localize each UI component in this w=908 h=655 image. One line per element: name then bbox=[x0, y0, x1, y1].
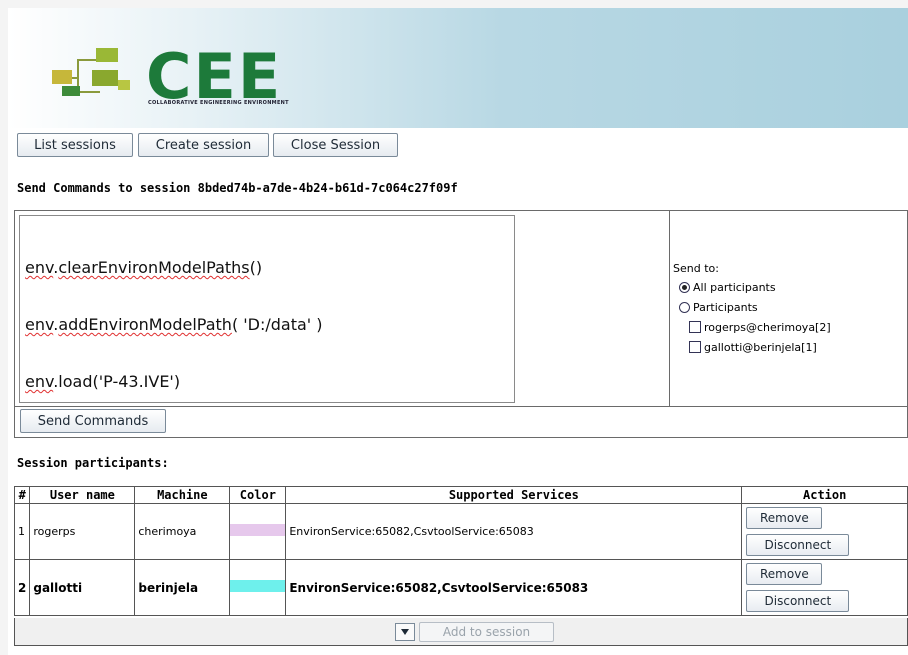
send-commands-heading: Send Commands to session 8bded74b-a7de-4… bbox=[17, 181, 458, 195]
row-number: 1 bbox=[13, 503, 31, 560]
add-to-session-button[interactable]: Add to session bbox=[419, 622, 554, 642]
column-header-services: Supported Services bbox=[285, 486, 743, 504]
remove-button[interactable]: Remove bbox=[746, 563, 823, 585]
radio-all-participants[interactable]: All participants bbox=[673, 277, 831, 297]
column-header-action: Action bbox=[741, 486, 908, 504]
disconnect-button[interactable]: Disconnect bbox=[746, 590, 850, 612]
header-banner: CEE COLLABORATIVE ENGINEERING ENVIRONMEN… bbox=[8, 8, 908, 128]
send-commands-button[interactable]: Send Commands bbox=[20, 409, 166, 433]
radio-button-icon[interactable] bbox=[679, 281, 690, 293]
participants-table: # User name Machine Color Supported Serv… bbox=[13, 486, 908, 616]
send-to-label: Send to: bbox=[673, 261, 719, 275]
logo-subtitle: COLLABORATIVE ENGINEERING ENVIRONMENT bbox=[148, 100, 289, 106]
color-swatch bbox=[230, 580, 286, 592]
supported-services: EnvironService:65082,CsvtoolService:6508… bbox=[285, 559, 743, 616]
cee-logo: CEE bbox=[52, 40, 280, 113]
column-header-color: Color bbox=[229, 486, 287, 504]
participant-checkbox-2[interactable]: gallotti@berinjela[1] bbox=[673, 337, 831, 357]
column-header-machine: Machine bbox=[134, 486, 231, 504]
list-sessions-button[interactable]: List sessions bbox=[17, 133, 133, 157]
action-cell: Remove Disconnect bbox=[741, 559, 908, 616]
command-line-1: env.clearEnvironModelPaths() bbox=[25, 258, 263, 277]
panel-separator bbox=[15, 406, 908, 407]
user-name: rogerps bbox=[29, 503, 136, 560]
create-session-button[interactable]: Create session bbox=[138, 133, 269, 157]
chevron-down-icon bbox=[401, 629, 409, 635]
column-header-user: User name bbox=[29, 486, 136, 504]
send-to-group: Send to: All participants Participants r… bbox=[673, 259, 831, 357]
color-cell bbox=[229, 559, 287, 616]
color-swatch bbox=[230, 524, 286, 536]
machine-name: berinjela bbox=[134, 559, 231, 616]
close-session-button[interactable]: Close Session bbox=[273, 133, 398, 157]
commands-panel: env.clearEnvironModelPaths() env.addEnvi… bbox=[14, 210, 908, 438]
commands-textarea[interactable]: env.clearEnvironModelPaths() env.addEnvi… bbox=[19, 215, 515, 403]
checkbox-icon[interactable] bbox=[689, 341, 701, 353]
column-header-num: # bbox=[13, 486, 31, 504]
remove-button[interactable]: Remove bbox=[746, 507, 823, 529]
add-participant-row: Add to session bbox=[14, 618, 908, 646]
action-cell: Remove Disconnect bbox=[741, 503, 908, 560]
checkbox-icon[interactable] bbox=[689, 321, 701, 333]
command-line-2: env.addEnvironModelPath( 'D:/data' ) bbox=[25, 315, 323, 334]
radio-participants[interactable]: Participants bbox=[673, 297, 831, 317]
session-participants-heading: Session participants: bbox=[17, 456, 169, 470]
table-row: 2 gallotti berinjela EnvironService:6508… bbox=[13, 559, 908, 616]
machine-name: cherimoya bbox=[134, 503, 231, 560]
command-line-3: env.load('P-43.IVE') bbox=[25, 372, 181, 391]
participant-select[interactable] bbox=[395, 623, 415, 641]
supported-services: EnvironService:65082,CsvtoolService:6508… bbox=[285, 503, 743, 560]
table-header-row: # User name Machine Color Supported Serv… bbox=[13, 486, 908, 504]
row-number: 2 bbox=[13, 559, 31, 616]
radio-button-icon[interactable] bbox=[679, 301, 690, 313]
color-cell bbox=[229, 503, 287, 560]
user-name: gallotti bbox=[29, 559, 136, 616]
panel-divider bbox=[669, 211, 670, 407]
participant-checkbox-1[interactable]: rogerps@cherimoya[2] bbox=[673, 317, 831, 337]
table-row: 1 rogerps cherimoya EnvironService:65082… bbox=[13, 503, 908, 560]
disconnect-button[interactable]: Disconnect bbox=[746, 534, 850, 556]
